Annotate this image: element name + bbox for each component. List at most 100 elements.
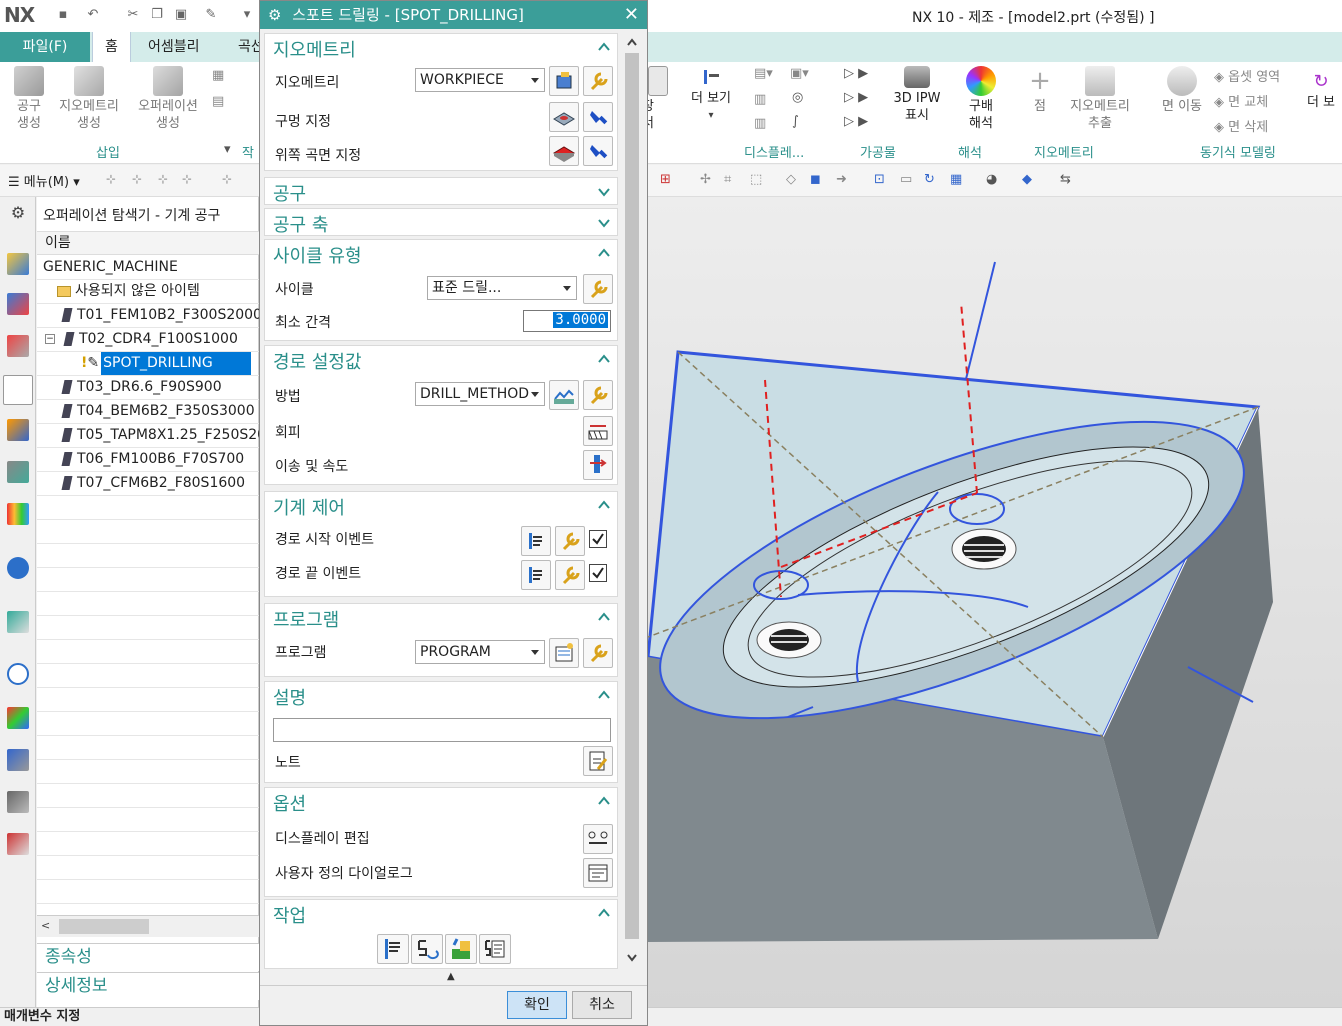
- filter-icon[interactable]: ⊹: [182, 172, 198, 188]
- actions-header[interactable]: 작업: [273, 902, 306, 928]
- start-event-checkbox[interactable]: [589, 530, 607, 548]
- edit-program-button[interactable]: [583, 638, 613, 668]
- chevron-up-icon[interactable]: [597, 794, 611, 808]
- min-clearance-input[interactable]: 3.0000: [523, 310, 611, 332]
- cycle-select[interactable]: 표준 드릴...: [427, 276, 577, 300]
- tree-row[interactable]: 사용되지 않은 아이템: [37, 280, 259, 304]
- options-header[interactable]: 옵션: [273, 790, 306, 816]
- operation-navigator-icon[interactable]: [3, 375, 33, 405]
- tab-assembly[interactable]: 어셈블리: [136, 32, 212, 62]
- zoom-icon[interactable]: ▭: [900, 172, 916, 188]
- roles-icon[interactable]: [7, 833, 29, 855]
- display-icon[interactable]: ▣▾: [790, 66, 809, 81]
- tab-home[interactable]: 홈: [92, 32, 131, 62]
- scroll-down-icon[interactable]: [625, 951, 639, 965]
- tree-row[interactable]: − T02_CDR4_F100S1000: [37, 328, 259, 352]
- geometry-select[interactable]: WORKPIECE: [415, 68, 545, 92]
- ribbon-small-icon[interactable]: ▦: [212, 68, 224, 83]
- assembly-navigator-icon[interactable]: [7, 293, 29, 315]
- palette-icon[interactable]: [7, 503, 29, 525]
- create-tool-button[interactable]: 공구 생성: [0, 66, 61, 132]
- dependencies-panel[interactable]: 종속성: [37, 943, 259, 971]
- tree-row[interactable]: T06_FM100B6_F70S700: [37, 448, 259, 472]
- gradient-analysis-button[interactable]: 구배 해석: [952, 66, 1010, 132]
- system-materials-icon[interactable]: [7, 707, 29, 729]
- part-navigator-icon[interactable]: [7, 419, 29, 441]
- collapse-icon[interactable]: −: [45, 334, 55, 344]
- new-method-button[interactable]: [549, 380, 579, 410]
- edit-cycle-button[interactable]: [583, 274, 613, 304]
- tool-axis-header[interactable]: 공구 축: [273, 211, 328, 237]
- workpiece-icon[interactable]: ▷ ▶: [844, 114, 868, 129]
- edit-start-event-button[interactable]: [555, 526, 585, 556]
- method-select[interactable]: DRILL_METHOD: [415, 382, 545, 406]
- ipw-button[interactable]: 3D IPW 표시: [888, 66, 946, 124]
- description-header[interactable]: 설명: [273, 684, 306, 710]
- ok-button[interactable]: 확인: [507, 991, 567, 1019]
- chevron-up-icon[interactable]: [597, 498, 611, 512]
- tool-header[interactable]: 공구: [273, 180, 306, 206]
- path-settings-header[interactable]: 경로 설정값: [273, 348, 362, 374]
- offset-region-button[interactable]: ◈ 옵셋 영역: [1214, 66, 1280, 85]
- avoid-button[interactable]: [583, 416, 613, 446]
- cube-icon[interactable]: ◼: [810, 172, 826, 188]
- machine-navigator-icon[interactable]: [7, 253, 29, 275]
- rotate-icon[interactable]: ↻: [924, 172, 940, 188]
- replace-face-button[interactable]: ◈ 면 교체: [1214, 91, 1268, 110]
- filter-icon[interactable]: ⊹: [222, 172, 238, 188]
- note-button[interactable]: [583, 746, 613, 776]
- tree-row[interactable]: T04_BEM6B2_F350S3000: [37, 400, 259, 424]
- feeds-speeds-button[interactable]: [583, 450, 613, 480]
- cancel-button[interactable]: 취소: [572, 991, 632, 1019]
- replay-button[interactable]: [411, 934, 443, 964]
- filter-icon[interactable]: ⊹: [132, 172, 148, 188]
- details-panel[interactable]: 상세정보: [37, 972, 259, 1000]
- more-button[interactable]: ↻ 더 보: [1300, 66, 1342, 111]
- constraint-navigator-icon[interactable]: [7, 335, 29, 357]
- process-studio-icon[interactable]: [7, 749, 29, 771]
- display-icon[interactable]: ▤▾: [754, 66, 773, 81]
- column-header-name[interactable]: 이름: [37, 231, 259, 255]
- list-button[interactable]: [479, 934, 511, 964]
- more-view-button[interactable]: 더 보기 ▾: [680, 66, 742, 124]
- edit-display-button[interactable]: [583, 824, 613, 854]
- select-box-icon[interactable]: ⬚: [750, 172, 766, 188]
- graphics-window[interactable]: [646, 197, 1342, 1007]
- snap-icon[interactable]: ⊞: [660, 172, 676, 188]
- delete-face-button[interactable]: ◈ 면 삭제: [1214, 116, 1268, 135]
- scrollbar-thumb[interactable]: [59, 919, 149, 934]
- geometry-extract-button[interactable]: 지오메트리 추출: [1060, 66, 1140, 132]
- machine-control-header[interactable]: 기계 제어: [273, 494, 345, 520]
- tree-row[interactable]: GENERIC_MACHINE: [37, 256, 259, 280]
- render-icon[interactable]: ◕: [986, 172, 1002, 188]
- edit-end-event-button[interactable]: [555, 560, 585, 590]
- menu-button[interactable]: ☰ 메뉴(M) ▾: [8, 171, 80, 190]
- workpiece-icon[interactable]: ▷ ▶: [844, 66, 868, 81]
- program-select[interactable]: PROGRAM: [415, 640, 545, 664]
- display-icon[interactable]: ▥: [754, 116, 766, 131]
- end-event-button[interactable]: [521, 560, 551, 590]
- horizontal-scrollbar[interactable]: <: [37, 915, 259, 937]
- new-geometry-button[interactable]: [549, 66, 579, 96]
- view-icon[interactable]: ◇: [786, 172, 802, 188]
- fit-icon[interactable]: ⊡: [874, 172, 890, 188]
- dialog-vertical-scrollbar[interactable]: [622, 33, 642, 969]
- circle-icon[interactable]: ◎: [792, 90, 803, 105]
- display-hole-button[interactable]: [583, 102, 613, 132]
- select-top-surface-button[interactable]: [549, 136, 579, 166]
- face-move-button[interactable]: 면 이동: [1150, 66, 1214, 115]
- geometry-header[interactable]: 지오메트리: [273, 36, 356, 62]
- chevron-up-icon[interactable]: [597, 610, 611, 624]
- verify-button[interactable]: [445, 934, 477, 964]
- info-icon[interactable]: [7, 557, 29, 579]
- save-icon[interactable]: ▪: [54, 6, 72, 24]
- workpiece-icon[interactable]: ▷ ▶: [844, 90, 868, 105]
- robot-icon[interactable]: [7, 791, 29, 813]
- snap-icon[interactable]: ✢: [700, 172, 716, 188]
- tree-row[interactable]: T01_FEM10B2_F300S2000: [37, 304, 262, 328]
- tree-row[interactable]: T07_CFM6B2_F80S1600: [37, 472, 259, 496]
- snap-icon[interactable]: ⌗: [724, 172, 740, 188]
- scrollbar-thumb[interactable]: [625, 53, 639, 939]
- group-dropdown-icon[interactable]: ▾: [224, 142, 231, 157]
- history-icon[interactable]: [7, 663, 29, 685]
